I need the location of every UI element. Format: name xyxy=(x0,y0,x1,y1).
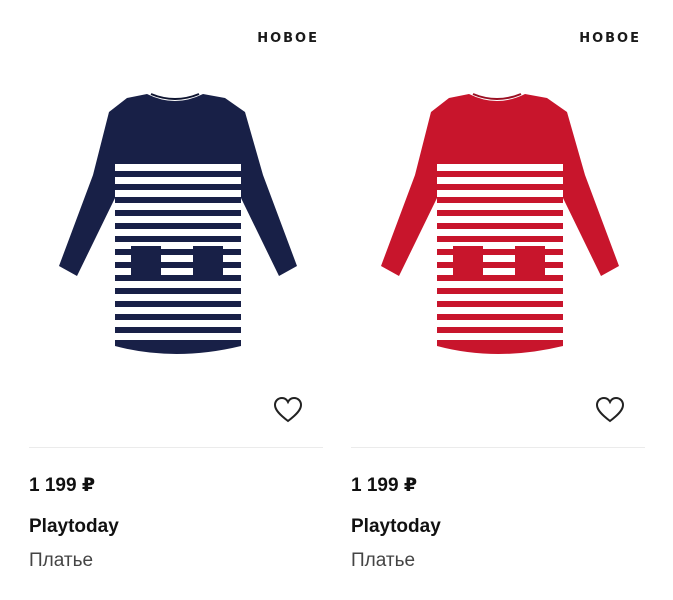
product-grid: НОВОЕ 1 199 ₽ Playtoday Платье НОВОЕ 1 1… xyxy=(0,0,673,600)
heart-outline-icon xyxy=(595,396,625,423)
new-badge: НОВОЕ xyxy=(257,31,319,46)
product-price: 1 199 ₽ xyxy=(351,475,418,496)
product-image[interactable] xyxy=(351,70,645,390)
product-card[interactable]: НОВОЕ 1 199 ₽ Playtoday Платье xyxy=(351,0,645,600)
dress-illustration xyxy=(59,93,297,354)
favorite-button[interactable] xyxy=(273,396,303,424)
product-category: Платье xyxy=(29,550,94,571)
divider xyxy=(29,447,323,448)
product-card[interactable]: НОВОЕ 1 199 ₽ Playtoday Платье xyxy=(29,0,323,600)
product-brand[interactable]: Playtoday xyxy=(29,516,119,538)
product-image[interactable] xyxy=(29,70,323,390)
product-category: Платье xyxy=(351,550,416,571)
new-badge: НОВОЕ xyxy=(579,31,641,46)
favorite-button[interactable] xyxy=(595,396,625,424)
product-price: 1 199 ₽ xyxy=(29,475,96,496)
dress-illustration xyxy=(381,93,619,354)
divider xyxy=(351,447,645,448)
product-brand[interactable]: Playtoday xyxy=(351,516,441,538)
heart-outline-icon xyxy=(273,396,303,423)
